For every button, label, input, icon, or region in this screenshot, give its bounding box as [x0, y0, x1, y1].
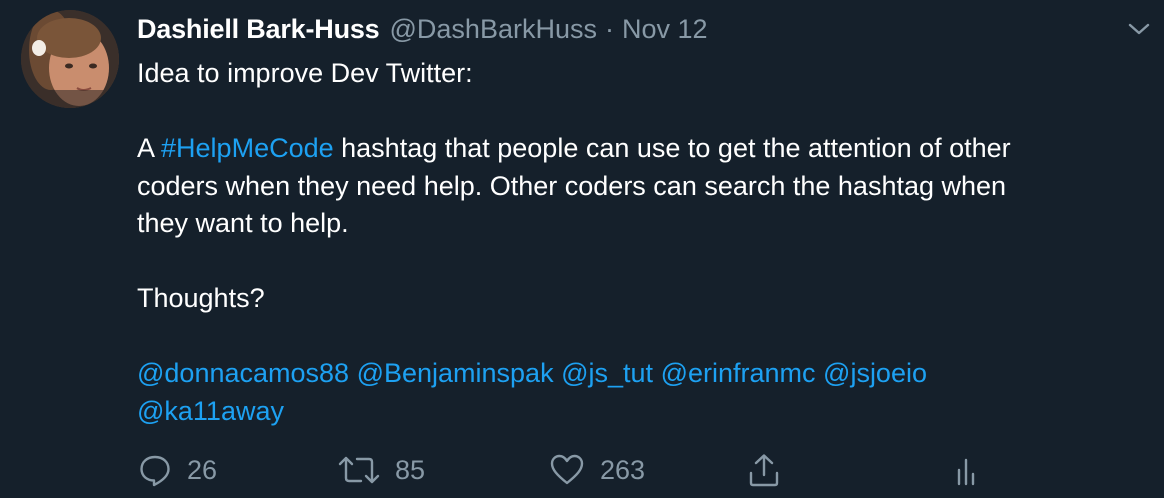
text-segment: hashtag that people can use to get the a… — [333, 133, 1011, 163]
mention-link[interactable]: @donnacamos88 — [137, 358, 349, 388]
tweet-line: coders when they need help. Other coders… — [137, 170, 1007, 201]
tweet-line: A #HelpMeCode hashtag that people can us… — [137, 130, 1157, 168]
hashtag-link[interactable]: #HelpMeCode — [161, 133, 334, 163]
retweet-icon — [337, 452, 381, 488]
author-handle[interactable]: @DashBarkHuss — [390, 14, 597, 45]
tweet-line: they want to help. — [137, 208, 349, 238]
mentions-line: @donnacamos88 @Benjaminspak @js_tut @eri… — [137, 355, 1157, 393]
mention-link[interactable]: @jsjoeio — [823, 358, 927, 388]
separator-dot: · — [604, 14, 614, 44]
mention-link[interactable]: @ka11away — [137, 396, 284, 426]
tweet-line: Idea to improve Dev Twitter: — [137, 58, 473, 88]
mention-link[interactable]: @Benjaminspak — [357, 358, 554, 388]
analytics-button[interactable] — [955, 448, 979, 492]
retweet-count: 85 — [395, 454, 426, 485]
heart-icon — [548, 452, 586, 488]
reply-count: 26 — [187, 454, 218, 485]
chevron-down-icon[interactable] — [1125, 18, 1153, 40]
tweet-actions: 26 85 263 — [137, 448, 1157, 492]
analytics-icon — [955, 452, 979, 488]
reply-button[interactable]: 26 — [137, 448, 217, 492]
like-button[interactable]: 263 — [548, 448, 645, 492]
tweet-header: Dashiell Bark-Huss @DashBarkHuss · Nov 1… — [137, 14, 708, 46]
tweet-card: Dashiell Bark-Huss @DashBarkHuss · Nov 1… — [0, 0, 1164, 498]
tweet-date[interactable]: Nov 12 — [622, 14, 708, 45]
avatar-photo — [21, 10, 119, 108]
avatar[interactable] — [21, 10, 119, 108]
mention-link[interactable]: @erinfranmc — [661, 358, 816, 388]
mention-link[interactable]: @js_tut — [561, 358, 653, 388]
text-segment: A — [137, 133, 162, 163]
tweet-line: Thoughts? — [137, 283, 265, 313]
share-icon — [747, 452, 781, 488]
like-count: 263 — [600, 454, 646, 485]
tweet-text: Idea to improve Dev Twitter: A #HelpMeCo… — [137, 55, 1157, 430]
retweet-button[interactable]: 85 — [337, 448, 425, 492]
author-name[interactable]: Dashiell Bark-Huss — [137, 14, 380, 45]
reply-icon — [137, 452, 173, 488]
mentions-line: @ka11away — [137, 393, 1157, 431]
share-button[interactable] — [747, 448, 781, 492]
